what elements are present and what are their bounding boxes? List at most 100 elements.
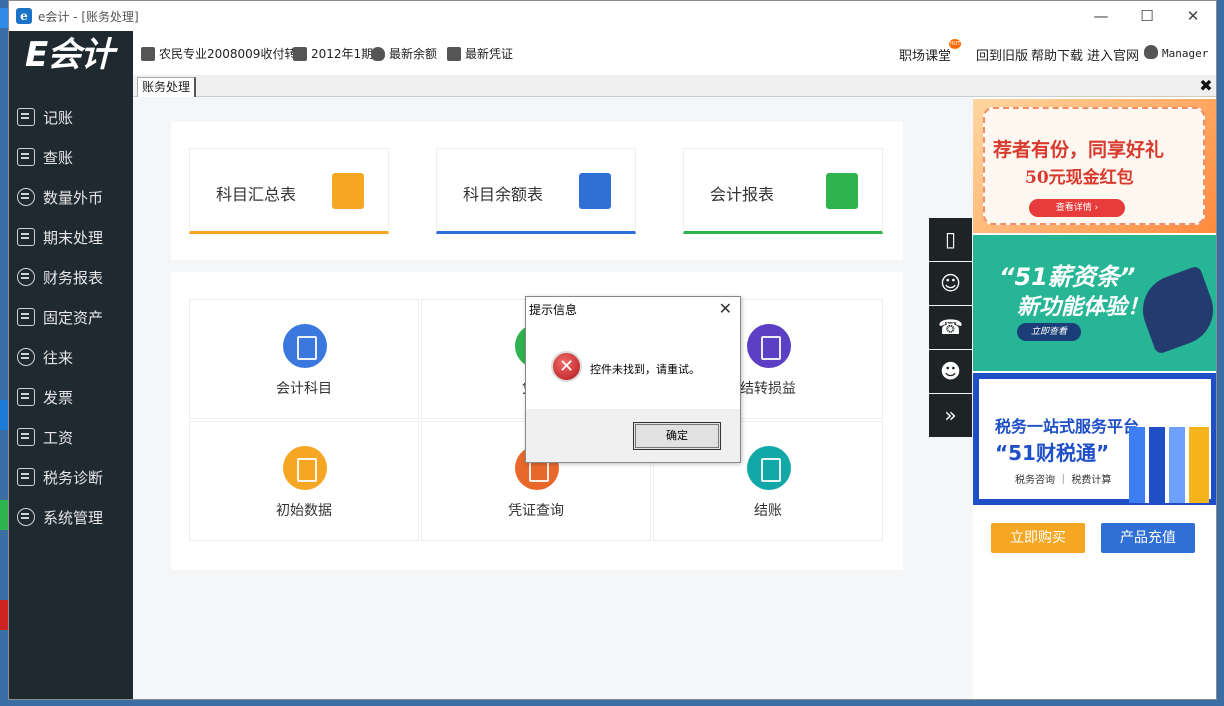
ad-subline: 50元现金红包: [1025, 168, 1134, 188]
ad-referral-banner[interactable]: 荐者有份，同享好礼 50元现金红包 查看详情 ›: [973, 99, 1216, 233]
sidebar-item-label: 期末处理: [43, 228, 104, 247]
money-bag-icon: [371, 46, 385, 61]
wechat-icon[interactable]: ☻: [929, 350, 972, 393]
user-name: Manager: [1162, 47, 1209, 60]
sidebar-nav: 记账 查账 数量外币 期末处理 财务报表 固定资产 往来 发票 工资 税务诊断 …: [9, 97, 133, 537]
sidebar-item-fixed-assets[interactable]: 固定资产: [9, 297, 133, 337]
cell-label: 凭证查询: [508, 503, 564, 519]
sidebar-item-invoice[interactable]: 发票: [9, 377, 133, 417]
ad-subline: “51财税通”: [995, 441, 1110, 465]
report-icon: [17, 268, 35, 286]
balance-label: 最新余额: [389, 47, 438, 61]
book-icon: [332, 173, 364, 209]
sidebar-item-label: 固定资产: [43, 308, 104, 327]
chart-icon: [826, 173, 858, 209]
website-link[interactable]: 进入官网: [1087, 45, 1139, 64]
window-title: e会计 - [账务处理]: [38, 10, 139, 24]
ad-details-button[interactable]: 查看详情 ›: [1029, 199, 1125, 217]
data-chart-icon: [283, 446, 327, 490]
ad-view-button[interactable]: 立即查看: [1017, 323, 1081, 341]
sidebar-item-salary[interactable]: 工资: [9, 417, 133, 457]
calendar-icon: [293, 46, 307, 61]
user-menu[interactable]: Manager: [1144, 45, 1208, 61]
period-selector[interactable]: 2012年1期: [293, 45, 373, 62]
sidebar-item-label: 发票: [43, 388, 74, 407]
sidebar-item-accounts[interactable]: 往来: [9, 337, 133, 377]
sidebar-item-label: 往来: [43, 348, 74, 367]
wallet-icon: [17, 428, 35, 446]
tab-accounting[interactable]: 账务处理: [137, 77, 197, 97]
recharge-button[interactable]: 产品充值: [1101, 523, 1195, 553]
title-bar: e e会计 - [账务处理] — ☐ ✕: [9, 1, 1216, 31]
header-toolbar: 农民专业2008009收付转 2012年1期 最新余额 最新凭证 职场课堂 HOT…: [133, 31, 1216, 75]
card-label: 科目汇总表: [216, 185, 297, 204]
mobile-icon[interactable]: ▯: [929, 218, 972, 261]
ad-headline: 荐者有份，同享好礼: [993, 139, 1165, 161]
invoice-icon: [17, 388, 35, 406]
tab-bar: 账务处理 ✖: [133, 75, 1216, 97]
hot-badge: HOT: [949, 39, 962, 49]
wallet-icon: [579, 173, 611, 209]
expand-icon[interactable]: »: [929, 394, 972, 437]
card-account-balance[interactable]: 科目余额表: [436, 148, 636, 234]
company-selector[interactable]: 农民专业2008009收付转: [141, 45, 296, 62]
sidebar-item-label: 查账: [43, 148, 74, 167]
latest-balance-link[interactable]: 最新余额: [371, 45, 437, 62]
error-icon: ✕: [551, 351, 582, 382]
latest-voucher-link[interactable]: 最新凭证: [447, 45, 513, 62]
card-account-summary[interactable]: 科目汇总表: [189, 148, 389, 234]
grid-initial-data[interactable]: 初始数据: [189, 421, 419, 541]
sidebar-item-currency[interactable]: 数量外币: [9, 177, 133, 217]
cell-label: 结账: [754, 503, 782, 519]
ad-tags: 税务咨询 ｜ 税费计算: [1015, 475, 1112, 486]
search-doc-icon: [17, 148, 35, 166]
cell-label: 初始数据: [276, 503, 332, 519]
company-icon: [141, 46, 155, 61]
report-cards: 科目汇总表 科目余额表 会计报表: [171, 122, 903, 260]
voucher-label: 最新凭证: [465, 47, 514, 61]
course-link[interactable]: 职场课堂 HOT: [899, 39, 962, 64]
user-icon: [1144, 45, 1158, 59]
sidebar-item-jizhang[interactable]: 记账: [9, 97, 133, 137]
currency-icon: [17, 188, 35, 206]
phone-icon[interactable]: ☎: [929, 306, 972, 349]
ad-salary-banner[interactable]: “51薪资条” 新功能体验！ 立即查看: [973, 235, 1216, 371]
card-accounting-report[interactable]: 会计报表: [683, 148, 883, 234]
maximize-button[interactable]: ☐: [1124, 1, 1170, 31]
help-download-link[interactable]: 帮助下载: [1031, 45, 1083, 64]
ad-panel: 荐者有份，同享好礼 50元现金红包 查看详情 › “51薪资条” 新功能体验！ …: [973, 97, 1216, 699]
megaphone-icon: [1133, 265, 1216, 355]
customer-service-icon[interactable]: ☺: [929, 262, 972, 305]
card-label: 会计报表: [710, 185, 775, 204]
ok-button[interactable]: 确定: [633, 422, 721, 450]
edit-icon: [17, 108, 35, 126]
app-logo-icon: e: [16, 8, 32, 24]
error-dialog: 提示信息 ✕ ✕ 控件未找到，请重试。 确定: [525, 296, 741, 463]
dialog-body: ✕ 控件未找到，请重试。: [526, 323, 740, 409]
sidebar-item-label: 工资: [43, 428, 74, 447]
ad-frame: 荐者有份，同享好礼 50元现金红包 查看详情 ›: [983, 107, 1205, 225]
side-toolbar: ▯ ☺ ☎ ☻ »: [929, 218, 973, 438]
sidebar-item-chazhang[interactable]: 查账: [9, 137, 133, 177]
settings-icon: [17, 508, 35, 526]
buildings-illustration: [1129, 427, 1209, 503]
close-accounts-icon: [747, 446, 791, 490]
ad-tax-banner[interactable]: 税务一站式服务平台 “51财税通” 税务咨询 ｜ 税费计算: [973, 373, 1216, 505]
sidebar-item-tax-diagnosis[interactable]: 税务诊断: [9, 457, 133, 497]
sidebar-item-period-end[interactable]: 期末处理: [9, 217, 133, 257]
dialog-close-icon[interactable]: ✕: [719, 300, 732, 318]
close-tab-icon[interactable]: ✖: [1198, 78, 1214, 94]
close-window-button[interactable]: ✕: [1170, 1, 1216, 31]
sidebar-item-label: 记账: [43, 108, 74, 127]
sidebar-item-label: 系统管理: [43, 508, 104, 527]
sidebar-item-system[interactable]: 系统管理: [9, 497, 133, 537]
ad-frame: 税务一站式服务平台 “51财税通” 税务咨询 ｜ 税费计算: [979, 379, 1211, 503]
grid-account-subjects[interactable]: 会计科目: [189, 299, 419, 419]
sidebar-item-label: 税务诊断: [43, 468, 104, 487]
old-version-link[interactable]: 回到旧版: [976, 45, 1028, 64]
sidebar-item-reports[interactable]: 财务报表: [9, 257, 133, 297]
carry-forward-icon: [747, 324, 791, 368]
sidebar: E会计 记账 查账 数量外币 期末处理 财务报表 固定资产 往来 发票 工资 税…: [9, 31, 133, 699]
minimize-button[interactable]: —: [1078, 1, 1124, 31]
buy-now-button[interactable]: 立即购买: [991, 523, 1085, 553]
